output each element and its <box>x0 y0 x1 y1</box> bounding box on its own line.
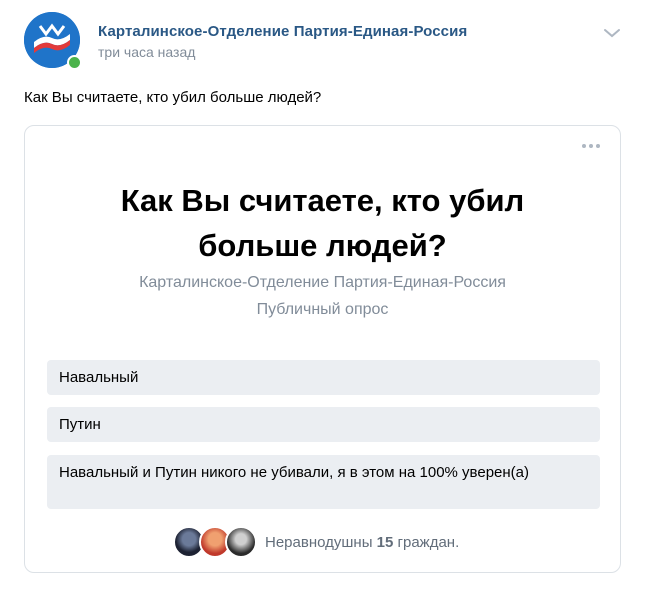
post-text: Как Вы считаете, кто убил больше людей? <box>24 89 322 106</box>
poll-title: Как Вы считаете, кто убил больше людей? <box>120 183 525 263</box>
poll-author[interactable]: Карталинское-Отделение Партия-Единая-Рос… <box>25 274 620 292</box>
more-dots-icon[interactable] <box>582 144 600 148</box>
poll-option[interactable]: Навальный и Путин никого не убивали, я в… <box>47 455 600 509</box>
poll-option[interactable]: Путин <box>47 407 600 442</box>
voters-text: Неравнодушны 15 граждан. <box>265 534 459 551</box>
post-timestamp[interactable]: три часа назад <box>98 44 195 60</box>
voters-suffix: граждан. <box>397 533 460 551</box>
post-author-link[interactable]: Карталинское-Отделение Партия-Единая-Рос… <box>98 23 467 40</box>
chevron-down-icon[interactable] <box>603 26 621 44</box>
voter-avatar <box>225 526 257 558</box>
poll-card: Как Вы считаете, кто убил больше людей? … <box>24 125 621 573</box>
voters-count: 15 <box>376 533 394 551</box>
online-indicator <box>67 55 82 70</box>
poll-voters[interactable]: Неравнодушны 15 граждан. <box>173 526 459 558</box>
poll-option[interactable]: Навальный <box>47 360 600 395</box>
voters-prefix: Неравнодушны <box>265 533 373 551</box>
poll-type: Публичный опрос <box>256 301 389 318</box>
